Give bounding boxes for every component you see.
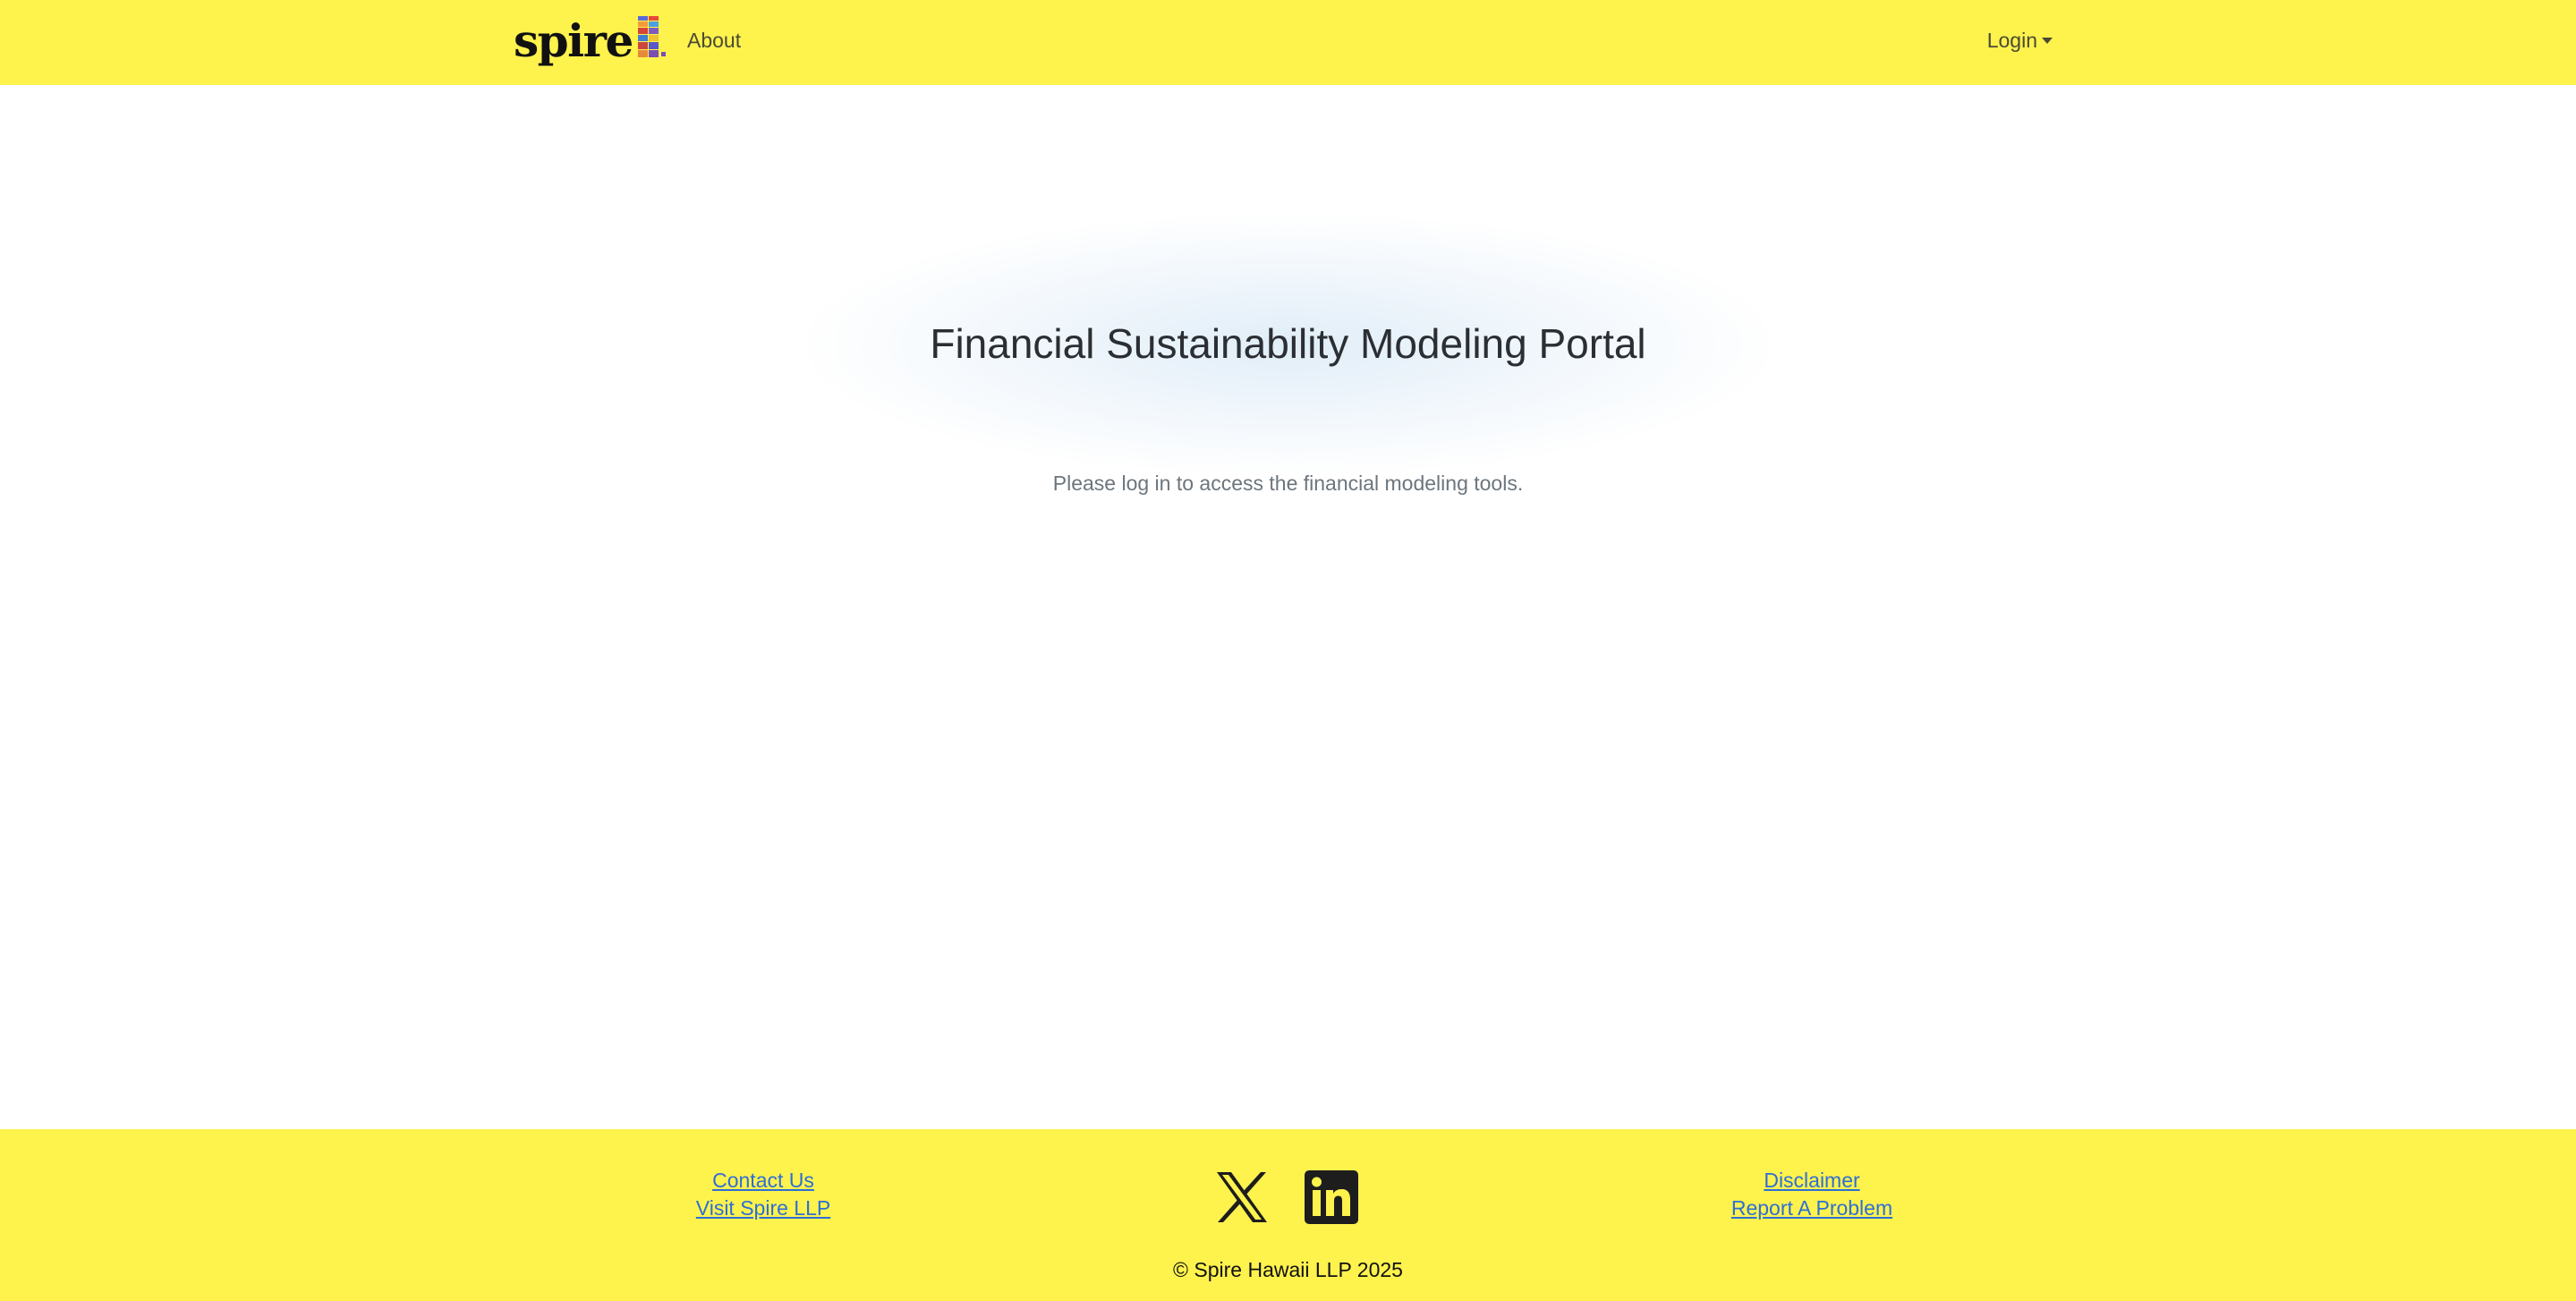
disclaimer-link[interactable]: Disclaimer: [1764, 1167, 1859, 1195]
footer-links-right: Disclaimer Report A Problem: [1722, 1167, 1901, 1222]
report-problem-link[interactable]: Report A Problem: [1731, 1195, 1892, 1222]
page-title: Financial Sustainability Modeling Portal: [930, 320, 1646, 367]
spire-logo-icon: [637, 16, 666, 57]
top-navbar: spire About Login: [0, 0, 2576, 85]
footer-links-left: Contact Us Visit Spire LLP: [674, 1167, 853, 1222]
login-dropdown[interactable]: Login: [1987, 27, 2053, 54]
footer: Contact Us Visit Spire LLP Disclaimer Re…: [0, 1129, 2576, 1301]
nav-about-link[interactable]: About: [687, 27, 741, 54]
contact-us-link[interactable]: Contact Us: [712, 1167, 814, 1195]
login-message: Please log in to access the financial mo…: [1052, 472, 1524, 495]
visit-spire-link[interactable]: Visit Spire LLP: [696, 1195, 830, 1222]
brand-logo[interactable]: spire: [514, 13, 667, 66]
x-icon[interactable]: [1215, 1171, 1269, 1228]
login-label: Login: [1986, 29, 2037, 52]
caret-down-icon: [2042, 37, 2053, 44]
copyright-text: © Spire Hawaii LLP 2025: [1173, 1258, 1403, 1281]
social-links: [1215, 1170, 1358, 1229]
navbar-container: spire About Login: [514, 0, 2053, 85]
brand-wordmark: spire: [514, 14, 633, 67]
linkedin-icon[interactable]: [1305, 1170, 1358, 1229]
